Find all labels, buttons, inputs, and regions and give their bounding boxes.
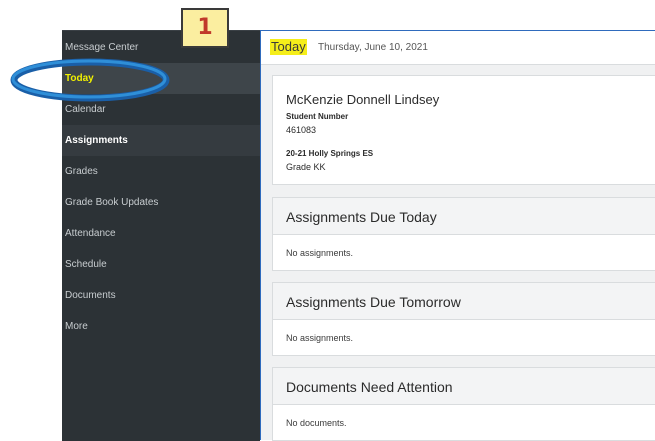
empty-message: No assignments. [286,248,354,258]
sidebar-item-schedule[interactable]: Schedule [62,249,260,280]
section-header: Assignments Due Tomorrow [273,283,655,320]
assignments-due-tomorrow-card: Assignments Due Tomorrow No assignments. [272,282,655,356]
app-window: Message Center Today Calendar Assignment… [0,0,655,441]
section-title: Documents Need Attention [286,379,453,395]
sidebar-item-grades[interactable]: Grades [62,156,260,187]
page-title: Today [270,39,307,55]
empty-message: No documents. [286,418,347,428]
sidebar-item-documents[interactable]: Documents [62,280,260,311]
empty-message: No assignments. [286,333,354,343]
sidebar-item-more[interactable]: More [62,311,260,342]
student-number-label: Student Number [286,112,349,121]
callout-number-badge: 1 [181,8,229,48]
section-header: Assignments Due Today [273,198,655,235]
section-title: Assignments Due Today [286,209,437,225]
section-header: Documents Need Attention [273,368,655,405]
student-info-card: McKenzie Donnell Lindsey Student Number … [272,75,655,185]
assignments-due-today-card: Assignments Due Today No assignments. [272,197,655,271]
documents-need-attention-card: Documents Need Attention No documents. [272,367,655,441]
student-number: 461083 [286,125,317,135]
school-year: 20-21 Holly Springs ES [286,149,374,158]
sidebar-item-grade-book-updates[interactable]: Grade Book Updates [62,187,260,218]
page-date: Thursday, June 10, 2021 [318,42,428,53]
main-content: Today Thursday, June 10, 2021 McKenzie D… [260,30,655,441]
callout-ellipse [10,58,170,102]
section-title: Assignments Due Tomorrow [286,294,461,310]
sidebar-item-assignments[interactable]: Assignments [62,125,260,156]
student-name: McKenzie Donnell Lindsey [286,92,440,107]
grade-level: Grade KK [286,162,326,172]
page-header: Today Thursday, June 10, 2021 [261,31,655,65]
sidebar-item-attendance[interactable]: Attendance [62,218,260,249]
